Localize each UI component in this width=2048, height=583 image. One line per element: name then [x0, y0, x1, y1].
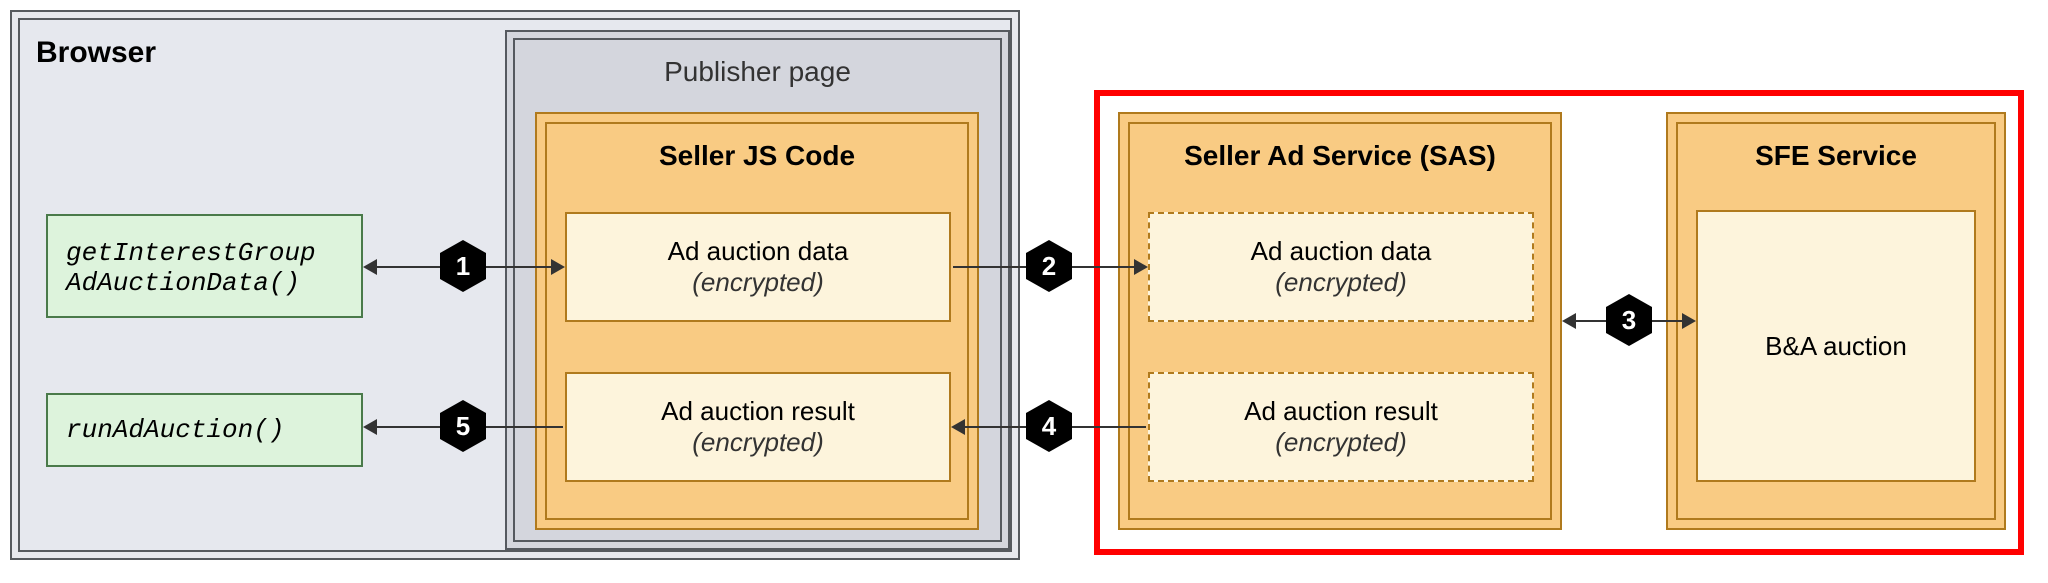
seller-js-ad-result: Ad auction result (encrypted) — [565, 372, 951, 482]
step-3-num: 3 — [1622, 305, 1636, 336]
sas-title: Seller Ad Service (SAS) — [1120, 140, 1560, 172]
sas-ad-result-l1: Ad auction result — [1244, 396, 1438, 427]
step-2-num: 2 — [1042, 251, 1056, 282]
seller-js-title: Seller JS Code — [537, 140, 977, 172]
seller-js-ad-result-l2: (encrypted) — [692, 427, 824, 458]
api1-line2: AdAuctionData() — [66, 268, 300, 298]
step-2-badge: 2 — [1026, 240, 1072, 292]
step-1-num: 1 — [456, 251, 470, 282]
step-4-badge: 4 — [1026, 400, 1072, 452]
sfe-auction-text: B&A auction — [1765, 331, 1907, 362]
api-run-ad-auction: runAdAuction() — [46, 393, 363, 467]
diagram-canvas: Browser getInterestGroup AdAuctionData()… — [0, 0, 2048, 583]
browser-title: Browser — [36, 36, 156, 70]
sas-ad-data: Ad auction data (encrypted) — [1148, 212, 1534, 322]
sas-ad-result-l2: (encrypted) — [1275, 427, 1407, 458]
sfe-auction-box: B&A auction — [1696, 210, 1976, 482]
seller-js-ad-result-l1: Ad auction result — [661, 396, 855, 427]
api1-line1: getInterestGroup — [66, 238, 316, 268]
api2-text: runAdAuction() — [66, 415, 284, 445]
seller-js-ad-data-l1: Ad auction data — [668, 236, 849, 267]
sfe-title: SFE Service — [1668, 140, 2004, 172]
sas-ad-data-l2: (encrypted) — [1275, 267, 1407, 298]
step-4-num: 4 — [1042, 411, 1056, 442]
seller-js-ad-data: Ad auction data (encrypted) — [565, 212, 951, 322]
publisher-title: Publisher page — [507, 56, 1008, 88]
step-5-num: 5 — [456, 411, 470, 442]
seller-js-ad-data-l2: (encrypted) — [692, 267, 824, 298]
api-get-interest-group: getInterestGroup AdAuctionData() — [46, 214, 363, 318]
sas-ad-result: Ad auction result (encrypted) — [1148, 372, 1534, 482]
sas-ad-data-l1: Ad auction data — [1251, 236, 1432, 267]
